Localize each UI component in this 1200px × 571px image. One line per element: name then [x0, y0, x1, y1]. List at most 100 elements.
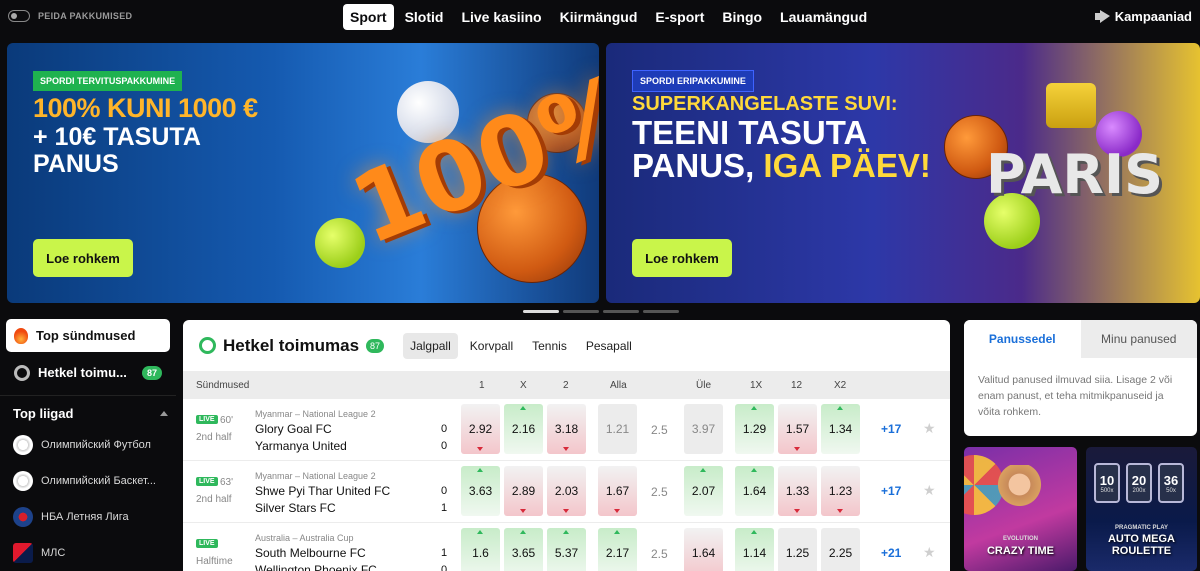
- odds-button-12[interactable]: 1.57: [778, 404, 817, 454]
- total-line: 2.5: [651, 423, 668, 437]
- event-row[interactable]: LIVE Halftime Australia – Australia Cup …: [183, 523, 950, 571]
- live-count-badge: 87: [366, 338, 385, 353]
- odds-button-over[interactable]: 3.97: [684, 404, 723, 454]
- favorite-star-icon[interactable]: ★: [923, 482, 936, 499]
- odds-button-1[interactable]: 2.92: [461, 404, 500, 454]
- tab-slots[interactable]: Slotid: [398, 4, 451, 30]
- odds-button-x2[interactable]: 1.34: [821, 404, 860, 454]
- match-period: 2nd half: [196, 432, 232, 443]
- odds-button-12[interactable]: 1.33: [778, 466, 817, 516]
- megaphone-icon: [1094, 10, 1111, 23]
- odds-button-1[interactable]: 3.63: [461, 466, 500, 516]
- column-x: X: [520, 380, 527, 391]
- mls-logo-icon: [13, 543, 33, 563]
- more-markets-link[interactable]: +17: [881, 484, 901, 498]
- odds-button-2[interactable]: 5.37: [547, 528, 586, 571]
- home-score: 0: [441, 423, 448, 435]
- more-markets-link[interactable]: +17: [881, 422, 901, 436]
- tab-basketball[interactable]: Korvpall: [463, 333, 520, 359]
- tennis-ball-graphic: [315, 218, 365, 268]
- column-under: Alla: [610, 380, 627, 391]
- carousel-dot[interactable]: [523, 310, 559, 313]
- league-item-olympic-basketball[interactable]: Олимпийский Баскет...: [0, 463, 176, 499]
- home-team[interactable]: Glory Goal FC: [255, 422, 332, 436]
- campaigns-link[interactable]: Kampaaniad: [1094, 9, 1192, 24]
- favorite-star-icon[interactable]: ★: [923, 544, 936, 561]
- more-markets-link[interactable]: +21: [881, 546, 901, 560]
- tab-tennis[interactable]: Tennis: [525, 333, 574, 359]
- tab-quick-games[interactable]: Kiirmängud: [553, 4, 645, 30]
- odds-button-over[interactable]: 1.64: [684, 528, 723, 571]
- banner-headline-1: 100% KUNI 1000 €: [33, 93, 258, 123]
- league-item-nba-summer-league[interactable]: НБА Летняя Лига: [0, 499, 176, 535]
- carousel-dot[interactable]: [603, 310, 639, 313]
- home-team[interactable]: Shwe Pyi Thar United FC: [255, 484, 390, 498]
- home-score: 1: [441, 547, 448, 559]
- game-provider: EVOLUTION: [1002, 536, 1038, 542]
- match-minute: 60': [220, 415, 234, 426]
- odds-button-1x[interactable]: 1.14: [735, 528, 774, 571]
- league-item-mls[interactable]: МЛС: [0, 535, 176, 571]
- carousel-dot[interactable]: [643, 310, 679, 313]
- tab-sport[interactable]: Sport: [343, 4, 394, 30]
- odds-button-2[interactable]: 2.03: [547, 466, 586, 516]
- tab-esport[interactable]: E-sport: [648, 4, 711, 30]
- league-label: Олимпийский Футбол: [41, 439, 151, 451]
- betslip-tabs: Panussedel Minu panused: [964, 320, 1197, 358]
- odds-button-1x[interactable]: 1.64: [735, 466, 774, 516]
- presenter-graphic: [992, 465, 1047, 530]
- odds-button-x[interactable]: 3.65: [504, 528, 543, 571]
- odds-button-2[interactable]: 3.18: [547, 404, 586, 454]
- top-leagues-header[interactable]: Top liigad: [0, 406, 176, 421]
- hide-offers-toggle[interactable]: PEIDA PAKKUMISED: [8, 10, 132, 22]
- toggle-switch[interactable]: [8, 10, 30, 22]
- home-team[interactable]: South Melbourne FC: [255, 546, 366, 560]
- away-team[interactable]: Silver Stars FC: [255, 501, 336, 515]
- odds-button-x[interactable]: 2.89: [504, 466, 543, 516]
- banner-headline-3: PANUS, IGA PÄEV!: [632, 149, 931, 182]
- odds-button-under[interactable]: 2.17: [598, 528, 637, 571]
- odds-button-over[interactable]: 2.07: [684, 466, 723, 516]
- read-more-button[interactable]: Loe rohkem: [632, 239, 732, 277]
- tab-table-games[interactable]: Lauamängud: [773, 4, 874, 30]
- read-more-button[interactable]: Loe rohkem: [33, 239, 133, 277]
- odds-button-x2[interactable]: 2.25: [821, 528, 860, 571]
- sidebar-item-top-events[interactable]: Top sündmused: [6, 319, 170, 352]
- sidebar-item-live-now[interactable]: Hetkel toimu... 87: [6, 356, 170, 389]
- tab-baseball[interactable]: Pesapall: [579, 333, 639, 359]
- game-provider: PRAGMATIC PLAY: [1114, 525, 1168, 531]
- welcome-offer-banner[interactable]: 100% SPORDI TERVITUSPAKKUMINE 100% KUNI …: [7, 43, 599, 303]
- odds-button-x2[interactable]: 1.23: [821, 466, 860, 516]
- odds-button-x[interactable]: 2.16: [504, 404, 543, 454]
- tab-football[interactable]: Jalgpall: [403, 332, 458, 359]
- event-row[interactable]: LIVE 60' 2nd half Myanmar – National Lea…: [183, 399, 950, 461]
- chevron-up-icon[interactable]: [160, 411, 168, 416]
- away-team[interactable]: Wellington Phoenix FC: [255, 563, 377, 571]
- tab-my-bets[interactable]: Minu panused: [1080, 320, 1197, 358]
- headline-part-b: IGA PÄEV!: [763, 147, 931, 184]
- gift-box-graphic: [1046, 83, 1096, 128]
- event-row[interactable]: LIVE 63' 2nd half Myanmar – National Lea…: [183, 461, 950, 523]
- crazy-time-game-tile[interactable]: EVOLUTION CRAZY TIME: [964, 447, 1077, 571]
- game-title: CRAZY TIME: [986, 545, 1055, 557]
- odds-button-1x[interactable]: 1.29: [735, 404, 774, 454]
- column-events: Sündmused: [196, 380, 250, 391]
- league-item-olympic-football[interactable]: Олимпийский Футбол: [0, 427, 176, 463]
- live-badge: LIVE: [196, 477, 218, 486]
- fire-icon: [14, 327, 28, 344]
- odds-button-under[interactable]: 1.67: [598, 466, 637, 516]
- special-offer-banner[interactable]: PARIS SPORDI ERIPAKKUMINE SUPERKANGELAST…: [606, 43, 1200, 303]
- league-label: Олимпийский Баскет...: [41, 475, 156, 487]
- total-line: 2.5: [651, 547, 668, 561]
- favorite-star-icon[interactable]: ★: [923, 420, 936, 437]
- auto-mega-roulette-game-tile[interactable]: 10 500x 20 200x 36 50x PRAGMATIC PLAY AUTO …: [1086, 447, 1197, 571]
- odds-button-12[interactable]: 1.25: [778, 528, 817, 571]
- tab-live-casino[interactable]: Live kasiino: [454, 4, 548, 30]
- column-x2: X2: [834, 380, 847, 391]
- odds-button-1[interactable]: 1.6: [461, 528, 500, 571]
- away-team[interactable]: Yarmanya United: [255, 439, 347, 453]
- tab-bingo[interactable]: Bingo: [715, 4, 769, 30]
- carousel-dot[interactable]: [563, 310, 599, 313]
- odds-button-under[interactable]: 1.21: [598, 404, 637, 454]
- tab-betslip[interactable]: Panussedel: [964, 320, 1081, 358]
